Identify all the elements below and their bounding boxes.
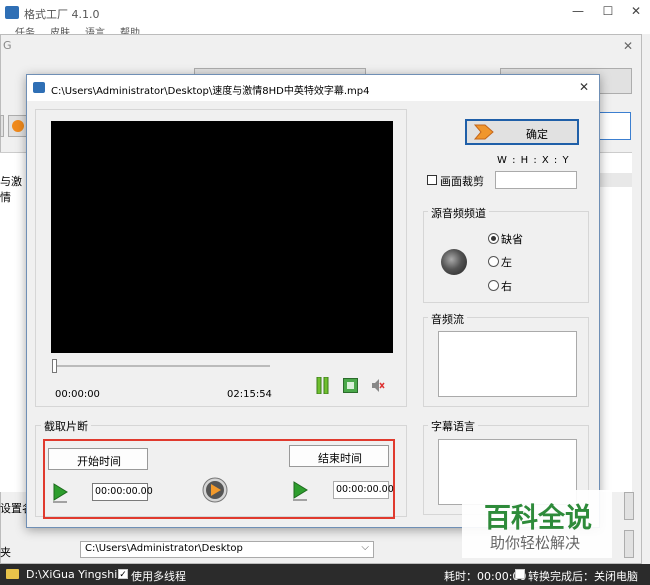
crop-checkbox[interactable] <box>427 175 437 185</box>
clip-title: 截取片断 <box>41 418 91 434</box>
background-dialog-glyph: G <box>3 39 12 52</box>
mute-icon[interactable] <box>371 378 385 393</box>
start-time-button[interactable]: 开始时间 <box>48 448 148 470</box>
audio-radio-right[interactable] <box>488 280 499 291</box>
menu-item-language[interactable]: 语言 <box>85 26 105 34</box>
seek-slider[interactable] <box>52 359 270 373</box>
preview-clip-icon[interactable] <box>202 477 228 503</box>
taskbar-path-text: D:\XiGua Yingshi <box>26 568 118 581</box>
audio-channel-title: 源音频频道 <box>428 205 489 221</box>
audio-option-default: 缺省 <box>501 233 523 246</box>
output-folder-label: 夹 <box>0 546 11 559</box>
subtitle-title: 字幕语言 <box>428 418 478 434</box>
start-time-label: 开始时间 <box>77 455 121 468</box>
seek-slider-thumb[interactable] <box>52 359 57 373</box>
clip-dialog-titlebar: C:\Users\Administrator\Desktop\速度与激情8HD中… <box>27 75 599 101</box>
menu-item-task[interactable]: 任务 <box>15 26 35 34</box>
end-time-value: 00:00:00.00 <box>336 484 394 495</box>
audio-radio-default[interactable] <box>488 233 499 244</box>
right-list-row <box>598 173 632 187</box>
confirm-button[interactable]: 确定 <box>465 119 579 145</box>
clip-dialog: C:\Users\Administrator\Desktop\速度与激情8HD中… <box>26 74 600 528</box>
watermark: 百科全说 助你轻松解决 <box>462 490 612 558</box>
folder-icon <box>6 569 19 579</box>
menu-item-skin[interactable]: 皮肤 <box>50 26 70 34</box>
end-time-label: 结束时间 <box>318 452 362 465</box>
menu-item-help[interactable]: 帮助 <box>120 26 140 34</box>
audio-option-left: 左 <box>501 256 512 269</box>
output-folder-select[interactable]: C:\Users\Administrator\Desktop ⌵ <box>80 541 374 558</box>
end-time-input[interactable]: 00:00:00.00 <box>333 481 394 499</box>
main-window-title: 格式工厂 4.1.0 <box>24 8 100 21</box>
video-preview <box>51 121 393 353</box>
background-tool-button-a[interactable] <box>0 115 4 137</box>
background-tool-button-b[interactable] <box>8 115 28 137</box>
multithread-label: 使用多线程 <box>131 570 186 583</box>
clip-dialog-title: C:\Users\Administrator\Desktop\速度与激情8HD中… <box>51 86 370 97</box>
pause-icon[interactable] <box>316 376 329 395</box>
confirm-arrow-icon <box>473 123 495 141</box>
background-blue-field[interactable] <box>595 112 631 140</box>
chevron-down-icon: ⌵ <box>361 542 369 553</box>
speaker-icon <box>441 249 467 275</box>
clip-dialog-close-icon[interactable]: ✕ <box>579 80 589 94</box>
end-time-button[interactable]: 结束时间 <box>289 445 389 467</box>
crop-coords-label: W : H : X : Y <box>497 155 570 166</box>
output-folder-path: C:\Users\Administrator\Desktop <box>85 543 243 554</box>
main-window-titlebar: 格式工厂 4.1.0 — ☐ ✕ <box>0 0 650 26</box>
app-logo-icon <box>5 6 19 19</box>
current-time: 00:00:00 <box>55 389 100 400</box>
background-right-list <box>598 152 632 492</box>
orange-circle-icon <box>12 120 24 132</box>
stop-icon[interactable] <box>343 378 358 393</box>
dialog-app-icon <box>33 82 45 93</box>
watermark-title: 百科全说 <box>484 503 592 534</box>
multithread-checkbox[interactable]: ✓ <box>118 569 128 580</box>
background-right-button-1[interactable] <box>624 492 634 520</box>
after-convert-label: 转换完成后：关闭电脑 <box>528 570 638 583</box>
background-dialog-close-icon[interactable]: ✕ <box>623 39 633 53</box>
audio-radio-left[interactable] <box>488 256 499 267</box>
minimize-icon[interactable]: — <box>568 3 588 19</box>
start-time-input[interactable]: 00:00:00.00 <box>92 483 153 501</box>
bottom-status-strip: D:\XiGua Yingshi ✓ 使用多线程 耗时：00:00:00 转换完… <box>0 564 650 585</box>
watermark-subtitle: 助你轻松解决 <box>490 534 581 552</box>
total-time: 02:15:54 <box>227 389 272 400</box>
crop-input[interactable] <box>495 171 577 189</box>
main-menubar: 任务 皮肤 语言 帮助 <box>0 26 650 34</box>
after-convert-checkbox[interactable] <box>515 569 525 579</box>
play-end-icon[interactable] <box>292 481 308 501</box>
audio-stream-list[interactable] <box>438 331 577 397</box>
play-start-icon[interactable] <box>52 483 68 503</box>
close-icon[interactable]: ✕ <box>626 3 646 19</box>
start-time-value: 00:00:00.00 <box>95 486 153 497</box>
crop-label: 画面裁剪 <box>440 175 484 188</box>
background-right-button-2[interactable] <box>624 530 634 558</box>
confirm-label: 确定 <box>526 128 548 141</box>
audio-stream-title: 音频流 <box>428 311 467 327</box>
maximize-icon[interactable]: ☐ <box>598 3 618 19</box>
audio-option-right: 右 <box>501 280 512 293</box>
